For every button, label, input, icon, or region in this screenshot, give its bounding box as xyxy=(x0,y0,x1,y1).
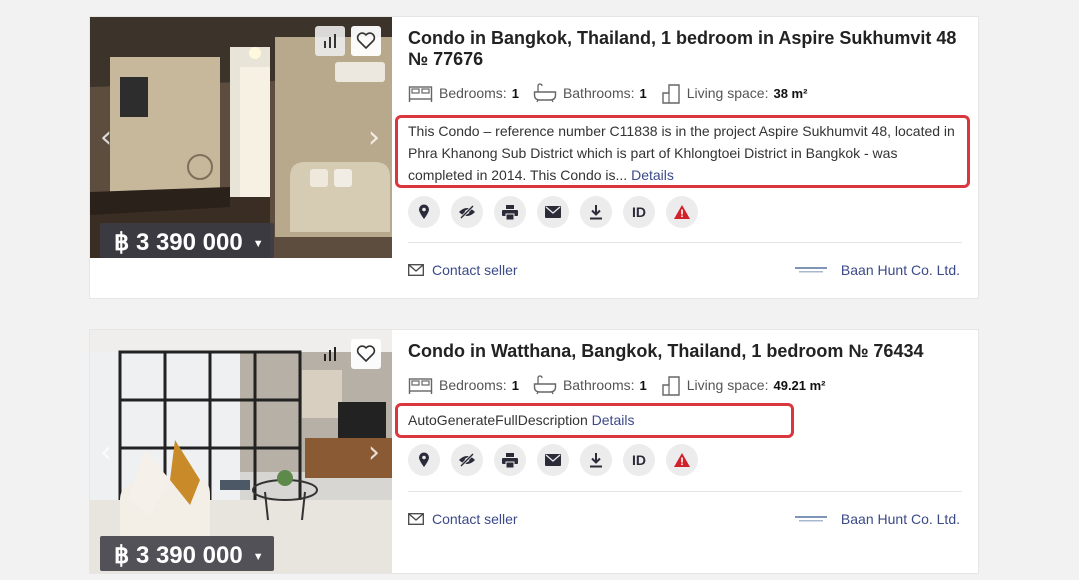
stats-button[interactable] xyxy=(315,26,345,56)
listing-photo[interactable]: ‹ › ฿ 3 390 000 ▼ xyxy=(90,330,392,573)
highlight-box xyxy=(395,403,794,438)
listing-title[interactable]: Condo in Watthana, Bangkok, Thailand, 1 … xyxy=(408,341,964,362)
bedrooms-feature: Bedrooms: 1 xyxy=(408,83,519,103)
favorite-button[interactable] xyxy=(351,26,381,56)
price-value: ฿ 3 390 000 xyxy=(114,541,243,569)
map-button[interactable] xyxy=(408,444,440,476)
download-button[interactable] xyxy=(580,444,612,476)
map-pin-icon xyxy=(419,452,429,467)
bathrooms-label: Bathrooms: xyxy=(562,85,635,101)
bedrooms-label: Bedrooms: xyxy=(439,85,507,101)
agency-name: Baan Hunt Co. Ltd. xyxy=(840,262,960,278)
listing-title[interactable]: Condo in Bangkok, Thailand, 1 bedroom in… xyxy=(408,28,964,70)
report-button[interactable] xyxy=(666,196,698,228)
next-photo-button[interactable]: › xyxy=(364,122,384,152)
bathrooms-label: Bathrooms: xyxy=(562,377,635,393)
features-row: Bedrooms: 1 Bathrooms: 1 Living space: 49.2… xyxy=(408,372,964,398)
mail-icon xyxy=(545,206,561,218)
bathrooms-value: 1 xyxy=(639,85,647,101)
bedrooms-feature: Bedrooms: 1 xyxy=(408,375,519,395)
chevron-down-icon: ▼ xyxy=(252,238,264,250)
agency-link[interactable]: Baan Hunt Co. Ltd. xyxy=(794,511,960,527)
contact-seller-button[interactable]: Contact seller xyxy=(408,511,518,527)
bath-icon xyxy=(533,375,557,395)
next-photo-button[interactable]: › xyxy=(364,437,384,467)
hide-button[interactable] xyxy=(451,444,483,476)
bath-icon xyxy=(533,83,557,103)
bathrooms-feature: Bathrooms: 1 xyxy=(533,83,647,103)
contact-seller-button[interactable]: Contact seller xyxy=(408,262,518,278)
actions-row: ID xyxy=(408,196,709,228)
features-row: Bedrooms: 1 Bathrooms: 1 Living space: 38 m… xyxy=(408,80,964,106)
bedrooms-value: 1 xyxy=(511,377,519,393)
hide-button[interactable] xyxy=(451,196,483,228)
warning-icon xyxy=(674,453,690,467)
area-icon xyxy=(662,84,680,104)
report-button[interactable] xyxy=(666,444,698,476)
living-label: Living space: xyxy=(686,85,769,101)
email-button[interactable] xyxy=(537,444,569,476)
actions-row: ID xyxy=(408,444,709,476)
listing-card: ‹ › ฿ 3 390 000 ▼ Condo in Bangkok, Thai… xyxy=(89,16,979,299)
room-photo-1 xyxy=(90,17,392,258)
mail-icon xyxy=(545,454,561,466)
bed-icon xyxy=(408,86,433,102)
envelope-icon xyxy=(408,264,424,276)
print-button[interactable] xyxy=(494,196,526,228)
prev-photo-button[interactable]: ‹ xyxy=(96,437,116,467)
living-value: 38 m² xyxy=(773,85,808,101)
favorite-button[interactable] xyxy=(351,339,381,369)
price-badge[interactable]: ฿ 3 390 000 ▼ xyxy=(100,223,274,258)
heart-icon xyxy=(356,345,376,362)
print-icon xyxy=(502,204,518,220)
prev-photo-button[interactable]: ‹ xyxy=(96,122,116,152)
download-icon xyxy=(590,204,602,219)
print-button[interactable] xyxy=(494,444,526,476)
listing-photo[interactable]: ‹ › ฿ 3 390 000 ▼ xyxy=(90,17,392,258)
living-space-feature: Living space: 49.21 m² xyxy=(661,374,826,396)
download-icon xyxy=(590,452,602,467)
living-label: Living space: xyxy=(686,377,769,393)
bed-icon xyxy=(408,378,433,394)
print-icon xyxy=(502,452,518,468)
bathrooms-value: 1 xyxy=(639,377,647,393)
envelope-icon xyxy=(408,513,424,525)
email-button[interactable] xyxy=(537,196,569,228)
living-space-feature: Living space: 38 m² xyxy=(661,82,808,104)
listing-card: ‹ › ฿ 3 390 000 ▼ Condo in Watthana, Ban… xyxy=(89,329,979,574)
hide-icon xyxy=(459,453,475,467)
contact-label: Contact seller xyxy=(432,511,518,527)
chevron-down-icon: ▼ xyxy=(252,551,264,563)
stats-icon xyxy=(324,347,336,361)
stats-button[interactable] xyxy=(315,339,345,369)
price-badge[interactable]: ฿ 3 390 000 ▼ xyxy=(100,536,274,571)
map-pin-icon xyxy=(419,204,429,219)
agency-logo xyxy=(794,264,827,276)
warning-icon xyxy=(674,205,690,219)
agency-name: Baan Hunt Co. Ltd. xyxy=(840,511,960,527)
stats-icon xyxy=(324,34,336,48)
id-button[interactable]: ID xyxy=(623,196,655,228)
id-button[interactable]: ID xyxy=(623,444,655,476)
area-icon xyxy=(662,376,680,396)
hide-icon xyxy=(459,205,475,219)
living-value: 49.21 m² xyxy=(773,377,826,393)
bathrooms-feature: Bathrooms: 1 xyxy=(533,375,647,395)
price-value: ฿ 3 390 000 xyxy=(114,228,243,256)
download-button[interactable] xyxy=(580,196,612,228)
highlight-box xyxy=(395,115,970,188)
agency-link[interactable]: Baan Hunt Co. Ltd. xyxy=(794,262,960,278)
bedrooms-label: Bedrooms: xyxy=(439,377,507,393)
heart-icon xyxy=(356,32,376,49)
contact-label: Contact seller xyxy=(432,262,518,278)
bedrooms-value: 1 xyxy=(511,85,519,101)
divider xyxy=(408,242,962,243)
agency-logo xyxy=(794,513,827,525)
divider xyxy=(408,491,962,492)
map-button[interactable] xyxy=(408,196,440,228)
